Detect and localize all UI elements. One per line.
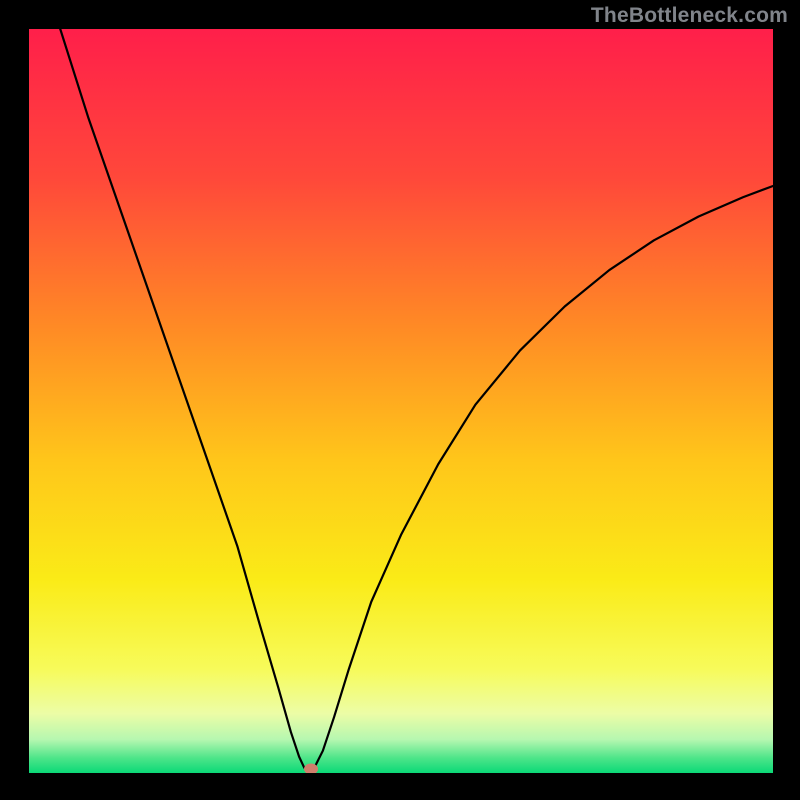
optimal-point-marker — [304, 764, 318, 773]
plot-area — [29, 29, 773, 773]
gradient-background — [29, 29, 773, 773]
chart-frame: TheBottleneck.com — [0, 0, 800, 800]
watermark-label: TheBottleneck.com — [591, 4, 788, 28]
